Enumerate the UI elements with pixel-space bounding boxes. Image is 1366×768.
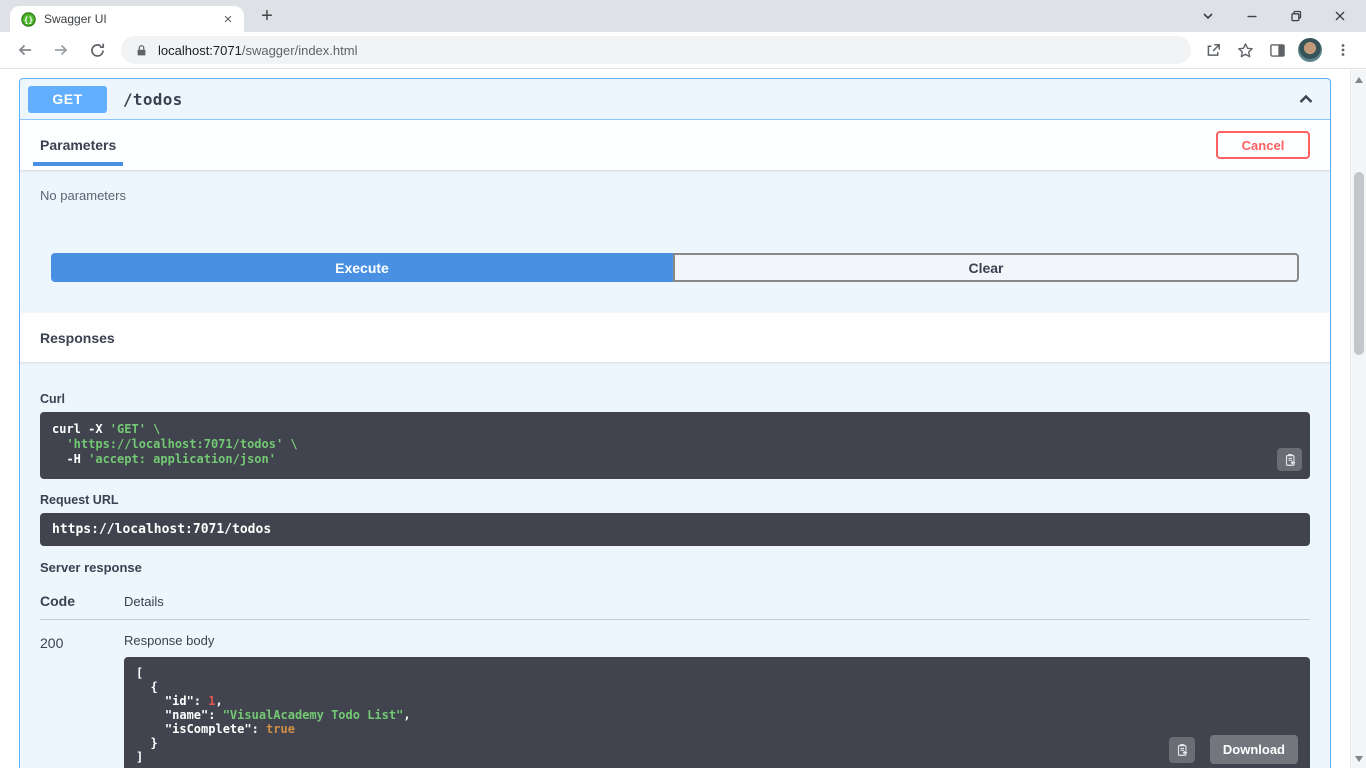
responses-title: Responses — [40, 330, 115, 346]
tab-close-icon[interactable]: × — [220, 12, 236, 27]
url-host: localhost:7071 — [158, 43, 242, 58]
no-parameters-text: No parameters — [40, 188, 126, 203]
server-response-label: Server response — [40, 560, 1310, 575]
execute-wrapper: Execute Clear — [51, 253, 1299, 282]
browser-tab[interactable]: {} Swagger UI × — [10, 6, 244, 32]
cancel-button[interactable]: Cancel — [1216, 131, 1310, 159]
lock-icon — [135, 44, 148, 57]
responses-section-header: Responses — [20, 312, 1330, 362]
address-bar[interactable]: localhost:7071/swagger/index.html — [121, 36, 1191, 64]
parameters-tab-label: Parameters — [40, 137, 116, 153]
details-column-header: Details — [124, 594, 164, 609]
responses-body: Curl curl -X 'GET' \ 'https://localhost:… — [20, 362, 1330, 768]
page-scrollbar[interactable] — [1350, 70, 1366, 768]
tab-title: Swagger UI — [44, 12, 220, 26]
tab-search-chevron-icon[interactable] — [1186, 1, 1230, 31]
swagger-favicon-icon: {} — [21, 12, 36, 27]
scroll-down-arrow-icon[interactable] — [1351, 751, 1366, 766]
curl-label: Curl — [40, 392, 1310, 406]
table-divider — [40, 619, 1310, 620]
curl-block: curl -X 'GET' \ 'https://localhost:7071/… — [40, 412, 1310, 479]
copy-response-button[interactable] — [1169, 737, 1195, 763]
endpoint-path: /todos — [123, 90, 183, 109]
clear-button[interactable]: Clear — [673, 253, 1299, 282]
method-badge: GET — [28, 86, 107, 113]
execute-button[interactable]: Execute — [51, 253, 673, 282]
browser-chrome: {} Swagger UI × + — [0, 0, 1366, 69]
scrollbar-thumb[interactable] — [1354, 172, 1364, 355]
tab-parameters[interactable]: Parameters — [40, 120, 116, 170]
swagger-page: GET /todos Parameters Cancel No paramete… — [0, 70, 1366, 768]
parameters-body: No parameters — [20, 170, 1330, 203]
download-button[interactable]: Download — [1210, 735, 1298, 764]
minimize-icon[interactable] — [1230, 1, 1274, 31]
opblock-summary[interactable]: GET /todos — [20, 79, 1330, 120]
reload-icon[interactable] — [82, 35, 112, 65]
response-body-actions: Download — [1169, 735, 1298, 764]
bookmark-star-icon[interactable] — [1229, 35, 1261, 65]
scroll-up-arrow-icon[interactable] — [1351, 72, 1366, 87]
response-table-header: Code Details — [40, 593, 1310, 609]
response-row-200: 200 Response body [ { "id": 1, "name": "… — [40, 633, 1310, 768]
share-icon[interactable] — [1197, 35, 1229, 65]
url-path: /swagger/index.html — [242, 43, 358, 58]
response-body-json: [ { "id": 1, "name": "VisualAcademy Todo… — [136, 666, 1298, 764]
request-url-value: https://localhost:7071/todos — [52, 522, 271, 537]
response-body-label: Response body — [124, 633, 1310, 648]
back-icon[interactable] — [10, 35, 40, 65]
curl-command: curl -X 'GET' \ 'https://localhost:7071/… — [52, 422, 1298, 467]
response-body-block: [ { "id": 1, "name": "VisualAcademy Todo… — [124, 657, 1310, 768]
kebab-menu-icon[interactable] — [1327, 35, 1359, 65]
response-details: Response body [ { "id": 1, "name": "Visu… — [124, 633, 1310, 768]
request-url-label: Request URL — [40, 493, 1310, 507]
status-code: 200 — [40, 633, 124, 768]
tab-strip: {} Swagger UI × + — [0, 0, 1366, 32]
url-text: localhost:7071/swagger/index.html — [158, 43, 357, 58]
profile-avatar[interactable] — [1298, 38, 1322, 62]
side-panel-icon[interactable] — [1261, 35, 1293, 65]
code-column-header: Code — [40, 593, 124, 609]
new-tab-button[interactable]: + — [254, 5, 280, 29]
collapse-chevron-icon[interactable] — [1296, 89, 1316, 109]
window-controls — [1186, 0, 1362, 32]
forward-icon[interactable] — [46, 35, 76, 65]
restore-icon[interactable] — [1274, 1, 1318, 31]
copy-to-clipboard-button[interactable] — [1277, 448, 1302, 471]
opblock-get-todos: GET /todos Parameters Cancel No paramete… — [19, 78, 1331, 768]
close-icon[interactable] — [1318, 1, 1362, 31]
svg-text:{}: {} — [24, 15, 34, 24]
request-url-block: https://localhost:7071/todos — [40, 513, 1310, 546]
browser-toolbar: localhost:7071/swagger/index.html — [0, 32, 1366, 69]
parameters-section-header: Parameters Cancel — [20, 120, 1330, 170]
